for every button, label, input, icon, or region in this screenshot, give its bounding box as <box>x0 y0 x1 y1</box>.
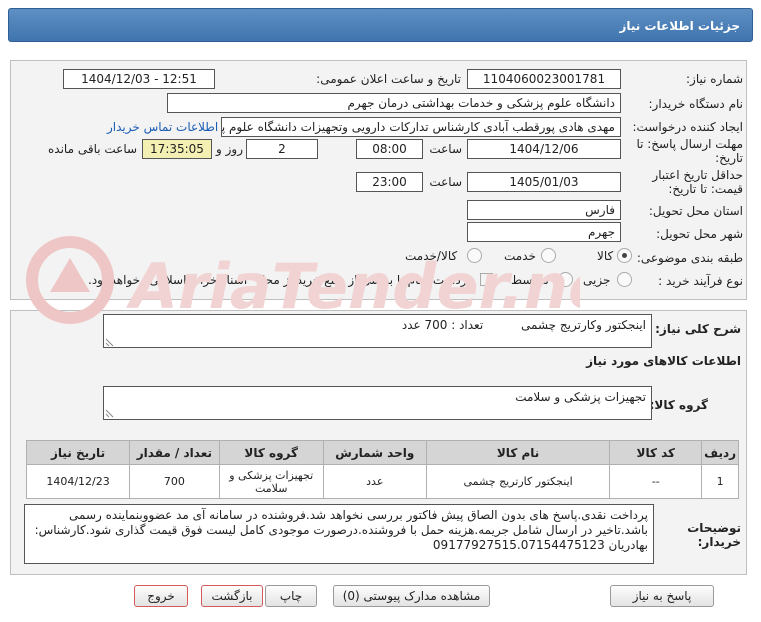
print-button[interactable]: چاپ <box>265 585 317 607</box>
col-header-group: گروه کالا <box>218 440 324 465</box>
table-header-row: ردیف کد کالا نام کالا واحد شمارش گروه کا… <box>25 440 739 465</box>
cell-quantity: 700 <box>129 464 220 499</box>
province-label: استان محل تحویل: <box>648 204 743 218</box>
city-field: جهرم <box>467 222 621 242</box>
category-goods-radio[interactable] <box>617 248 632 263</box>
process-medium-label: متوسط <box>511 273 549 287</box>
creator-field: مهدی هادی پورقطب آبادی کارشناس تدارکات د… <box>221 117 621 137</box>
need-number-field: 1104060023001781 <box>467 69 621 89</box>
notes-label-2: خریدار: <box>697 535 741 549</box>
validity-label-2: قیمت: تا تاریخ: <box>668 182 743 196</box>
buyer-contact-link[interactable]: اطلاعات تماس خریدار <box>107 120 218 134</box>
validity-date-field: 1405/01/03 <box>467 172 621 192</box>
city-label: شهر محل تحویل: <box>656 227 743 241</box>
category-service-radio[interactable] <box>541 248 556 263</box>
remaining-time-field: 17:35:05 <box>142 139 212 159</box>
resize-grip-icon[interactable] <box>105 408 115 418</box>
reply-button[interactable]: پاسخ به نیاز <box>610 585 714 607</box>
col-header-name: نام کالا <box>425 440 611 465</box>
cell-row-number: 1 <box>701 464 739 499</box>
deadline-date-field: 1404/12/06 <box>467 139 621 159</box>
summary-text: اینجکتور وکارتریج چشمی <box>521 318 646 332</box>
announce-date-field: 1404/12/03 - 12:51 <box>63 69 215 89</box>
buyer-label: نام دستگاه خریدار: <box>648 97 744 111</box>
treasury-payment-checkbox[interactable] <box>480 273 493 286</box>
goods-table: ردیف کد کالا نام کالا واحد شمارش گروه کا… <box>25 440 739 499</box>
deadline-time-label: ساعت <box>429 142 462 156</box>
province-field: فارس <box>467 200 621 220</box>
goods-group-label: گروه کالا: <box>649 398 708 412</box>
summary-quantity: تعداد : 700 عدد <box>401 318 484 332</box>
announce-date-label: تاریخ و ساعت اعلان عمومی: <box>316 72 461 86</box>
validity-time-label: ساعت <box>429 175 462 189</box>
back-button[interactable]: بازگشت <box>201 585 263 607</box>
category-service-label: خدمت <box>504 249 536 263</box>
page-title: جزئیات اطلاعات نیاز <box>8 8 753 42</box>
attachments-button[interactable]: مشاهده مدارک پیوستی (0) <box>333 585 490 607</box>
category-label: طبقه بندی موضوعی: <box>636 251 743 265</box>
goods-group-field: تجهیزات پزشکی و سلامت <box>103 386 652 420</box>
goods-info-title: اطلاعات کالاهای مورد نیاز <box>586 354 741 368</box>
process-label: نوع فرآیند خرید : <box>658 274 743 288</box>
deadline-label-2: تاریخ: <box>715 151 743 165</box>
deadline-time-field: 08:00 <box>356 139 423 159</box>
validity-time-field: 23:00 <box>356 172 423 192</box>
days-label: روز و <box>216 142 243 156</box>
resize-grip-icon[interactable] <box>105 337 115 347</box>
treasury-payment-note: پرداخت تمام یا بخشی از مبلغ خرید،از محل … <box>88 273 471 287</box>
notes-field: پرداخت نقدی.پاسخ های بدون الصاق پیش فاکت… <box>24 504 654 564</box>
cell-unit: عدد <box>322 464 427 499</box>
exit-button[interactable]: خروج <box>134 585 188 607</box>
category-both-label: کالا/خدمت <box>405 249 458 263</box>
summary-label: شرح کلی نیاز: <box>655 322 741 336</box>
col-header-code: کد کالا <box>609 440 703 465</box>
summary-field: اینجکتور وکارتریج چشمی تعداد : 700 عدد <box>103 314 652 348</box>
category-both-radio[interactable] <box>467 248 482 263</box>
remaining-time-label: ساعت باقی مانده <box>48 142 138 156</box>
validity-label: حداقل تاریخ اعتبار <box>652 168 743 182</box>
need-number-label: شماره نیاز: <box>686 72 743 86</box>
col-header-row: ردیف <box>701 440 739 465</box>
process-medium-radio[interactable] <box>558 272 573 287</box>
cell-name: اینجکتور کارتریج چشمی <box>425 464 611 499</box>
creator-label: ایجاد کننده درخواست: <box>632 120 743 134</box>
col-header-unit: واحد شمارش <box>322 440 427 465</box>
process-minor-radio[interactable] <box>617 272 632 287</box>
cell-date: 1404/12/23 <box>25 464 131 499</box>
notes-label: توضیحات <box>687 521 741 535</box>
cell-code: -- <box>609 464 703 499</box>
col-header-quantity: تعداد / مقدار <box>129 440 220 465</box>
process-minor-label: جزیی <box>583 273 611 287</box>
notes-text: پرداخت نقدی.پاسخ های بدون الصاق پیش فاکت… <box>34 508 648 552</box>
table-row[interactable]: 1 -- اینجکتور کارتریج چشمی عدد تجهیزات پ… <box>25 464 739 499</box>
cell-group: تجهیزات پزشکی و سلامت <box>218 464 324 499</box>
col-header-date: تاریخ نیاز <box>25 440 131 465</box>
goods-group-text: تجهیزات پزشکی و سلامت <box>515 390 646 404</box>
days-remaining-field: 2 <box>246 139 318 159</box>
buyer-field: دانشگاه علوم پزشکی و خدمات بهداشتی درمان… <box>167 93 621 113</box>
category-goods-label: کالا <box>597 249 614 263</box>
deadline-label: مهلت ارسال پاسخ: تا <box>636 137 743 151</box>
